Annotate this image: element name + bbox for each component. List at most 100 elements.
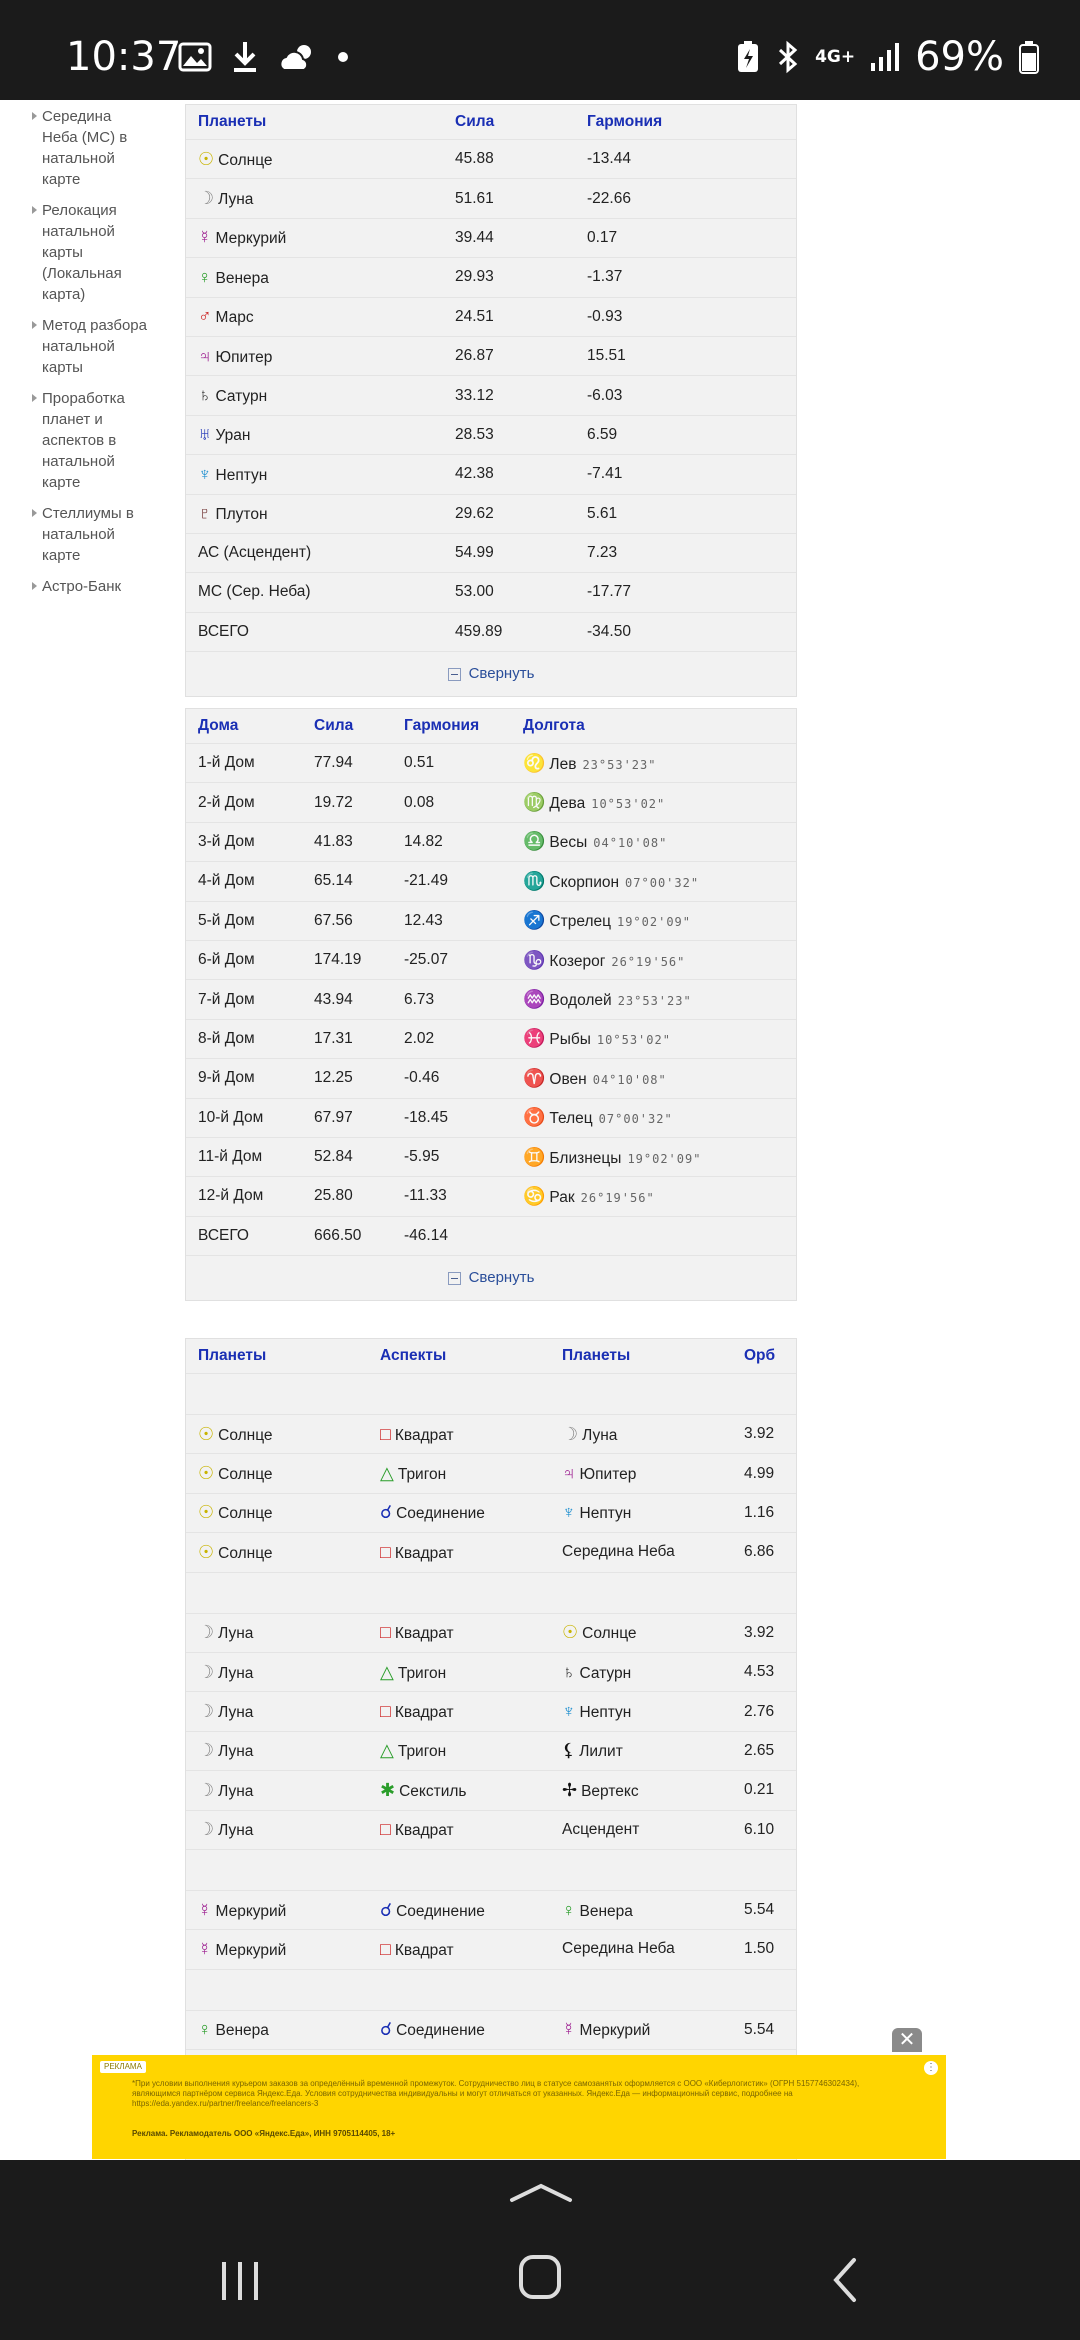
planet-1-cell: ☉ Солнце	[186, 1413, 368, 1454]
harmony-value: -6.03	[575, 375, 796, 416]
header-aspects: Аспекты	[380, 1347, 447, 1364]
harmony-value: -1.37	[575, 257, 796, 298]
house-name: 7-й Дом	[186, 979, 302, 1020]
aspect-cell: ☌Соединение	[368, 1889, 550, 1930]
house-name: 4-й Дом	[186, 861, 302, 902]
header-planets: Планеты	[198, 113, 267, 130]
sidebar-item[interactable]: Астро-Банк	[30, 576, 150, 597]
planet-glyph-icon: ☿	[198, 1938, 212, 1959]
sidebar-item[interactable]: Стеллиумы в натальной карте	[30, 503, 150, 566]
ad-close-button[interactable]: ✕	[892, 2028, 922, 2052]
table-row: ☿ Меркурий □ Квадрат Середина Неба 1.50	[186, 1929, 796, 1970]
planet-name: Солнце	[218, 1544, 273, 1562]
table-row: ☽ Луна □ Квадрат ☉ Солнце 3.92	[186, 1612, 796, 1653]
power-value: 39.44	[443, 217, 575, 258]
planet-cell: ♃ Юпитер	[186, 335, 443, 376]
longitude-cell: ♑ Козерог 26°19'56"	[511, 939, 796, 980]
ad-menu-icon[interactable]: ⋮	[924, 2061, 938, 2075]
planet-2-cell: ✢ Вертекс	[550, 1770, 732, 1811]
degree-value: 26°19'56"	[611, 954, 686, 969]
collapse-planets-button[interactable]: Свернуть	[186, 651, 796, 696]
aspect-cell: △ Тригон	[368, 1651, 550, 1692]
table-row: ♂ Марс 24.51 -0.93	[186, 296, 796, 337]
orb-value: 6.86	[732, 1532, 796, 1573]
table-row: ☿ Меркурий ☌ Соединение ♀ Венера 5.54	[186, 1889, 796, 1930]
recent-apps-icon[interactable]	[218, 2260, 262, 2302]
home-icon[interactable]	[518, 2252, 562, 2302]
power-value: 24.51	[443, 296, 575, 337]
planet-glyph-icon: ♆	[562, 1502, 576, 1523]
power-value: 12.25	[302, 1058, 392, 1099]
table-row: 6-й Дом 174.19 -25.07 ♑ Козерог 26°19'56"	[186, 939, 796, 980]
planet-glyph-icon: ♆	[198, 463, 212, 484]
aspect-glyph-icon: ✱	[380, 1779, 396, 1800]
longitude-cell: ♓ Рыбы 10°53'02"	[511, 1018, 796, 1059]
planet-name: Венера	[215, 269, 269, 287]
notification-dot-icon	[338, 52, 348, 62]
degree-value: 07°00'32"	[598, 1112, 673, 1127]
planets-panel: Планеты Сила Гармония ☉ Солнце 45.88 -13.44…	[185, 104, 797, 698]
collapse-houses-button[interactable]: Свернуть	[186, 1255, 796, 1300]
spacer-cell	[186, 1968, 796, 2011]
planet-name: Сатурн	[579, 1664, 632, 1682]
aspect-cell: ✱ Секстиль	[368, 1770, 550, 1811]
sidebar-item[interactable]: Релокация натальной карты (Локальная кар…	[30, 200, 150, 305]
planet-glyph-icon: ☉	[198, 148, 215, 169]
harmony-value: -11.33	[392, 1176, 511, 1217]
house-name: 12-й Дом	[186, 1176, 302, 1217]
swipe-up-handle-icon[interactable]	[508, 2180, 574, 2204]
back-icon[interactable]	[830, 2256, 860, 2304]
planet-2-cell: Середина Неба	[550, 1532, 732, 1573]
aspect-cell: ☌Соединение	[368, 2009, 550, 2050]
planet-glyph-icon: ♄	[562, 1661, 576, 1682]
table-spacer-row	[186, 1373, 796, 1415]
planet-name: Солнце	[218, 1426, 273, 1444]
house-name: 10-й Дом	[186, 1097, 302, 1138]
house-name: 5-й Дом	[186, 900, 302, 941]
planet-glyph-icon: ♄	[198, 385, 212, 406]
aspect-glyph-icon: ☌	[380, 1502, 393, 1523]
aspect-cell: □ Квадрат	[368, 1809, 550, 1850]
zodiac-sign-icon: ♊	[523, 1146, 546, 1167]
degree-value: 04°10'08"	[593, 836, 668, 851]
sidebar-item[interactable]: Метод разбора натальной карты	[30, 315, 150, 378]
aspects-panel: Планеты Аспекты Планеты Орб ☉ Солнце □ Квад…	[185, 1338, 797, 2160]
planet-name: Сатурн	[215, 388, 268, 406]
aspect-name: Квадрат	[394, 1544, 454, 1562]
ad-banner[interactable]: РЕКЛАМА *При условии выполнения курьером…	[92, 2055, 946, 2159]
aspect-glyph-icon: □	[380, 1701, 391, 1722]
table-row: 3-й Дом 41.83 14.82 ♎ Весы 04°10'08"	[186, 821, 796, 862]
planet-glyph-icon: ☉	[562, 1622, 579, 1643]
planet-name: Меркурий	[215, 230, 287, 248]
aspect-name: Квадрат	[394, 1822, 454, 1840]
power-value: 52.84	[302, 1136, 392, 1177]
sidebar-item[interactable]: Середина Неба (МС) в натальной карте	[30, 106, 150, 190]
planet-name: Плутон	[215, 506, 268, 524]
planet-1-cell: ☉ Солнце	[186, 1532, 368, 1573]
house-name: 2-й Дом	[186, 782, 302, 823]
sidebar-item[interactable]: Проработка планет и аспектов в натальной…	[30, 388, 150, 493]
harmony-value: 2.02	[392, 1018, 511, 1059]
harmony-value: -34.50	[575, 611, 796, 652]
sign-name: Близнецы	[549, 1149, 622, 1167]
aspect-name: Квадрат	[394, 1704, 454, 1722]
collapse-icon	[447, 1271, 461, 1285]
aspect-glyph-icon: △	[380, 1661, 394, 1682]
header-houses: Дома	[198, 717, 239, 734]
aspects-table: Планеты Аспекты Планеты Орб ☉ Солнце □ Квад…	[186, 1339, 796, 2089]
spacer-cell	[186, 1848, 796, 1891]
planet-name: Солнце	[582, 1625, 637, 1643]
longitude-cell	[511, 1215, 796, 1256]
sign-name: Козерог	[549, 952, 606, 970]
table-row: 4-й Дом 65.14 -21.49 ♏ Скорпион 07°00'32"	[186, 861, 796, 902]
collapse-icon	[447, 667, 461, 681]
header-harmony: Гармония	[404, 717, 480, 734]
table-row: ☉ Солнце □ Квадрат Середина Неба 6.86	[186, 1532, 796, 1573]
table-row: 5-й Дом 67.56 12.43 ♐ Стрелец 19°02'09"	[186, 900, 796, 941]
planet-1-cell: ☽ Луна	[186, 1651, 368, 1692]
power-value: 17.31	[302, 1018, 392, 1059]
table-row: 9-й Дом 12.25 -0.46 ♈ Овен 04°10'08"	[186, 1058, 796, 1099]
aspect-cell: □ Квадрат	[368, 1929, 550, 1970]
ad-legal: Реклама. Рекламодатель ООО «Яндекс.Еда»,…	[132, 2129, 396, 2138]
degree-value: 23°53'23"	[582, 757, 657, 772]
